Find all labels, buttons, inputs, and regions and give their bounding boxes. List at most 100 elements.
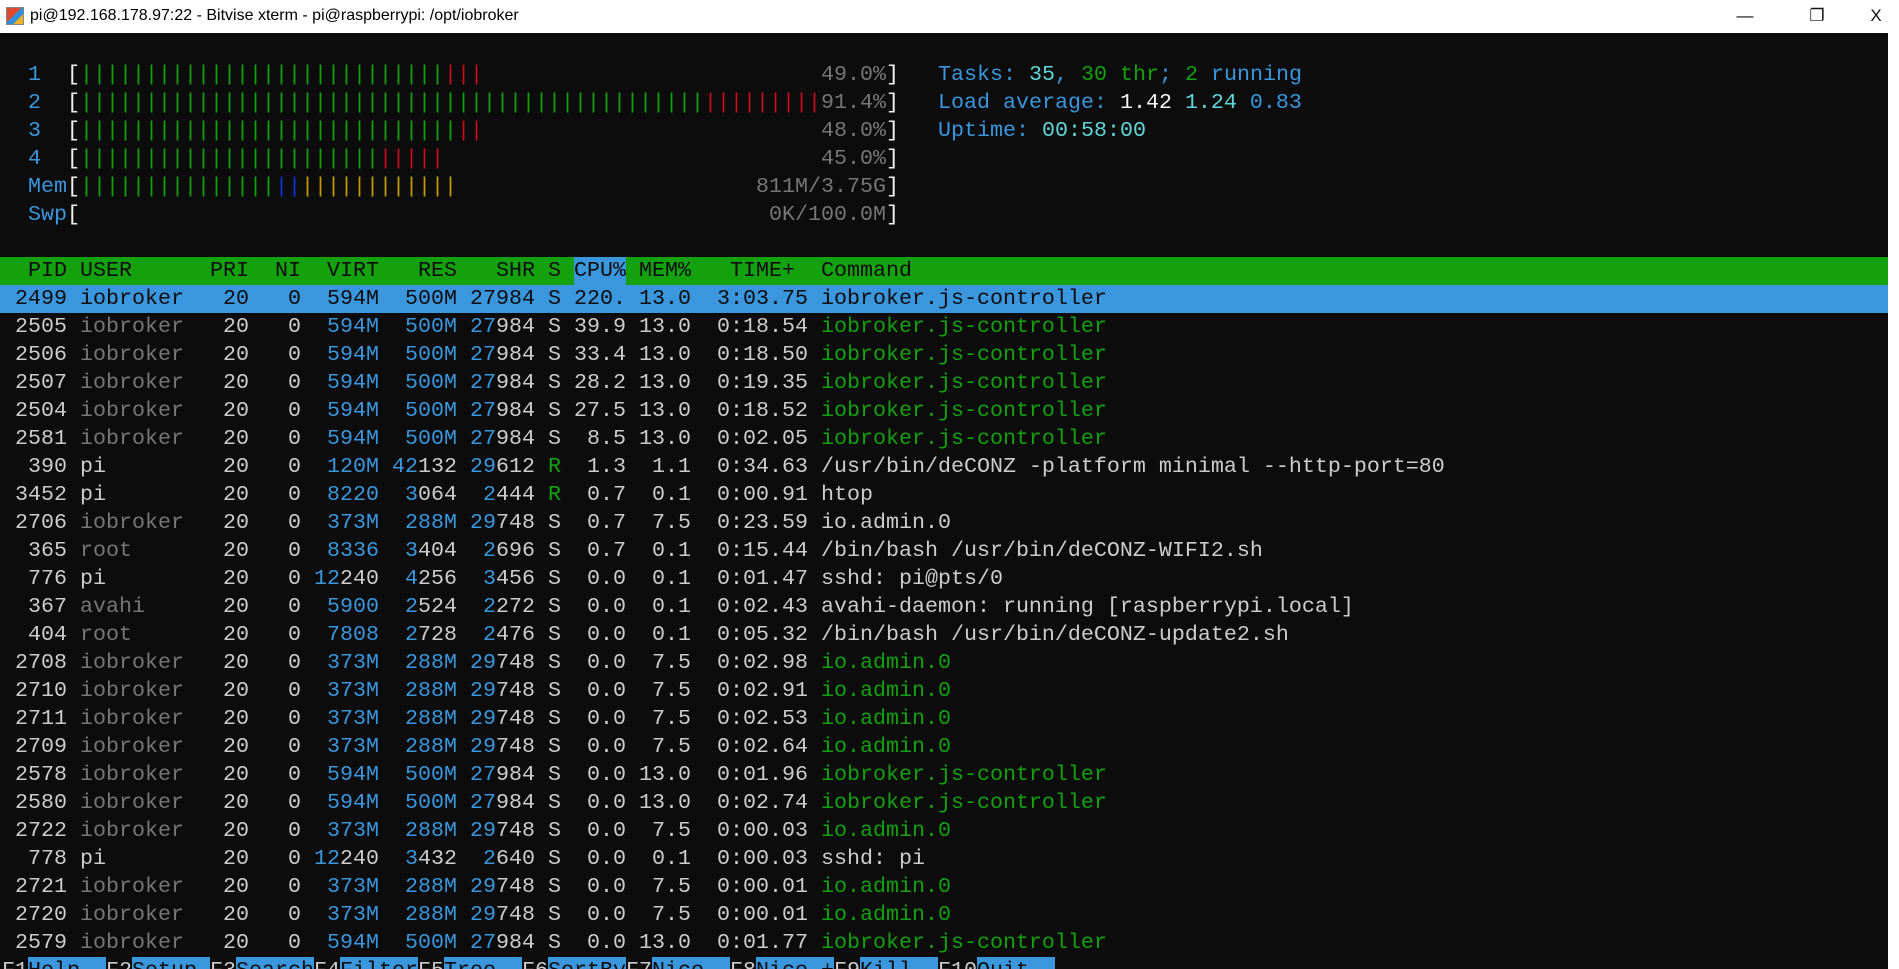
- process-row[interactable]: 2720 iobroker 20 0 373M 288M 29 748 S 0.0 7.5 0:00.…: [0, 901, 1888, 929]
- process-row[interactable]: 2721 iobroker 20 0 373M 288M 29 748 S 0.0 7.5 0:00.…: [0, 873, 1888, 901]
- process-row[interactable]: 2579 iobroker 20 0 594M 500M 27 984 S 0.0 13.0 0:01…: [0, 929, 1888, 957]
- column-header-cmd[interactable]: Command: [821, 257, 912, 285]
- state: S: [548, 426, 561, 451]
- load-average: Load average: 1.42 1.24 0.83: [938, 89, 1302, 117]
- command: iobroker.js-controller: [821, 790, 1107, 815]
- fkey-f3[interactable]: F3: [210, 957, 236, 969]
- process-row[interactable]: 2722 iobroker 20 0 373M 288M 29 748 S 0.0 7.5 0:00.…: [0, 817, 1888, 845]
- column-header-ni[interactable]: NI: [275, 257, 301, 285]
- nice: 0: [288, 482, 301, 507]
- process-row[interactable]: 2506 iobroker 20 0 594M 500M 27 984 S 33.4 13.0 0:1…: [0, 341, 1888, 369]
- user: root: [80, 538, 132, 563]
- restore-button[interactable]: ❐: [1794, 2, 1840, 30]
- terminal[interactable]: 1[| | | | | | | | | | | | | | | | | | | | | | | | | | | | | | | 49.0%] T…: [0, 33, 1888, 969]
- column-header-pri[interactable]: PRI: [210, 257, 249, 285]
- shr-high: 29: [470, 706, 496, 731]
- uptime-value: 00:58:00: [1041, 118, 1146, 143]
- column-header-cpu[interactable]: CPU%: [574, 257, 626, 285]
- process-row[interactable]: 390 pi 20 0 120M 42 132 29 612 R 1.3 1.1 0:34.63/usr…: [0, 453, 1888, 481]
- res-high: 500M: [405, 930, 457, 955]
- virt-high: 373M: [327, 874, 379, 899]
- virt-high: 120M: [327, 454, 379, 479]
- process-row[interactable]: 2709 iobroker 20 0 373M 288M 29 748 S 0.0 7.5 0:02.…: [0, 733, 1888, 761]
- time: 0:00.91: [717, 482, 808, 507]
- fkey-label-kill[interactable]: Kill: [860, 957, 938, 969]
- column-header-mem[interactable]: MEM%: [639, 257, 691, 285]
- fkey-f2[interactable]: F2: [106, 957, 132, 969]
- meter-close-bracket: ]: [886, 62, 899, 87]
- fkey-f8[interactable]: F8: [730, 957, 756, 969]
- shr-low: 984: [496, 370, 535, 395]
- bar-kernel: |: [457, 118, 470, 143]
- fkey-f10[interactable]: F10: [938, 957, 977, 969]
- fkey-label-search[interactable]: Search: [236, 957, 314, 969]
- process-row[interactable]: 2578 iobroker 20 0 594M 500M 27 984 S 0.0 13.0 0:01…: [0, 761, 1888, 789]
- close-button[interactable]: X: [1853, 2, 1899, 30]
- fkey-label-filter[interactable]: Filter: [340, 957, 418, 969]
- column-header-user[interactable]: USER: [80, 257, 132, 285]
- bar-normal: |: [249, 62, 262, 87]
- column-header-res[interactable]: RES: [418, 257, 457, 285]
- process-row[interactable]: 2708 iobroker 20 0 373M 288M 29 748 S 0.0 7.5 0:02.…: [0, 649, 1888, 677]
- process-row[interactable]: 2507 iobroker 20 0 594M 500M 27 984 S 28.2 13.0 0:1…: [0, 369, 1888, 397]
- nice: 0: [288, 566, 301, 591]
- virt-high: 594M: [327, 426, 379, 451]
- process-row[interactable]: 776 pi 20 0 12 240 4 256 3 456 S 0.0 0.1 0:01.47 sshd:…: [0, 565, 1888, 593]
- bar-kernel: |: [457, 62, 470, 87]
- bar-normal: |: [158, 90, 171, 115]
- column-header-time[interactable]: TIME+: [730, 257, 795, 285]
- process-row[interactable]: 2504 iobroker 20 0 594M 500M 27 984 S 27.5 13.0 0:1…: [0, 397, 1888, 425]
- fkey-label-help[interactable]: Help: [28, 957, 106, 969]
- column-header-shr[interactable]: SHR: [496, 257, 535, 285]
- process-row[interactable]: 404 root 20 0 7808 2 728 2 476 S 0.0 0.1 0:05.32/bin…: [0, 621, 1888, 649]
- command: iobroker.js-controller: [821, 314, 1107, 339]
- bar-used: |: [158, 174, 171, 199]
- bar-normal: |: [275, 118, 288, 143]
- process-row[interactable]: 2505 iobroker 20 0 594M 500M 27 984 S 39.9 13.0 0:1…: [0, 313, 1888, 341]
- shr-low: 984: [496, 790, 535, 815]
- fkey-label-nice-[interactable]: Nice +: [756, 957, 834, 969]
- fkey-f6[interactable]: F6: [522, 957, 548, 969]
- column-header-pid[interactable]: PID: [28, 257, 67, 285]
- process-row[interactable]: 365 root 20 0 8336 3 404 2 696 S 0.7 0.1 0:15.44/bin…: [0, 537, 1888, 565]
- column-header-virt[interactable]: VIRT: [327, 257, 379, 285]
- bar-normal: |: [561, 90, 574, 115]
- virt-high: 12: [314, 566, 340, 591]
- fkey-label-nice-[interactable]: Nice -: [652, 957, 730, 969]
- fkey-f4[interactable]: F4: [314, 957, 340, 969]
- process-row[interactable]: 778 pi 20 0 12 240 3 432 2 640 S 0.0 0.1 0:00.03 sshd:…: [0, 845, 1888, 873]
- bar-cache: |: [379, 174, 392, 199]
- fkey-label-sortby[interactable]: SortBy: [548, 957, 626, 969]
- mem-percent: 0.1: [652, 846, 691, 871]
- fkey-f1[interactable]: F1: [2, 957, 28, 969]
- process-row[interactable]: 2581 iobroker 20 0 594M 500M 27 984 S 8.5 13.0 0:02…: [0, 425, 1888, 453]
- fkey-f9[interactable]: F9: [834, 957, 860, 969]
- bar-normal: |: [418, 118, 431, 143]
- bar-normal: |: [665, 90, 678, 115]
- res-low: 524: [418, 594, 457, 619]
- process-row[interactable]: 3452 pi 20 0 8220 3 064 2 444 R 0.7 0.1 0:00.91 htop: [0, 481, 1888, 509]
- bar-normal: |: [366, 62, 379, 87]
- process-row[interactable]: 367 avahi 20 0 5900 2 524 2 272 S 0.0 0.1 0:02.43 ava…: [0, 593, 1888, 621]
- fkey-label-quit[interactable]: Quit: [977, 957, 1055, 969]
- minimize-button[interactable]: —: [1722, 2, 1768, 30]
- bar-normal: |: [275, 62, 288, 87]
- process-row[interactable]: 2710 iobroker 20 0 373M 288M 29 748 S 0.0 7.5 0:02.…: [0, 677, 1888, 705]
- process-row[interactable]: 2706 iobroker 20 0 373M 288M 29 748 S 0.7 7.5 0:23.…: [0, 509, 1888, 537]
- nice: 0: [288, 594, 301, 619]
- bar-cache: |: [314, 174, 327, 199]
- virt-high: 594M: [327, 398, 379, 423]
- bar-normal: |: [210, 118, 223, 143]
- process-row[interactable]: 2580 iobroker 20 0 594M 500M 27 984 S 0.0 13.0 0:02…: [0, 789, 1888, 817]
- fkey-label-tree[interactable]: Tree: [444, 957, 522, 969]
- fkey-f5[interactable]: F5: [418, 957, 444, 969]
- process-row-selected[interactable]: 2499 iobroker 20 0 594M 500M 27 984 S 220. 13.0 3:0…: [0, 285, 1888, 313]
- fkey-label-setup[interactable]: Setup: [132, 957, 210, 969]
- process-row[interactable]: 2711 iobroker 20 0 373M 288M 29 748 S 0.0 7.5 0:02.…: [0, 705, 1888, 733]
- column-header-s[interactable]: S: [548, 257, 561, 285]
- res-high: 2: [405, 594, 418, 619]
- user: pi: [80, 566, 106, 591]
- bar-normal: |: [379, 90, 392, 115]
- bar-normal: |: [327, 146, 340, 171]
- fkey-f7[interactable]: F7: [626, 957, 652, 969]
